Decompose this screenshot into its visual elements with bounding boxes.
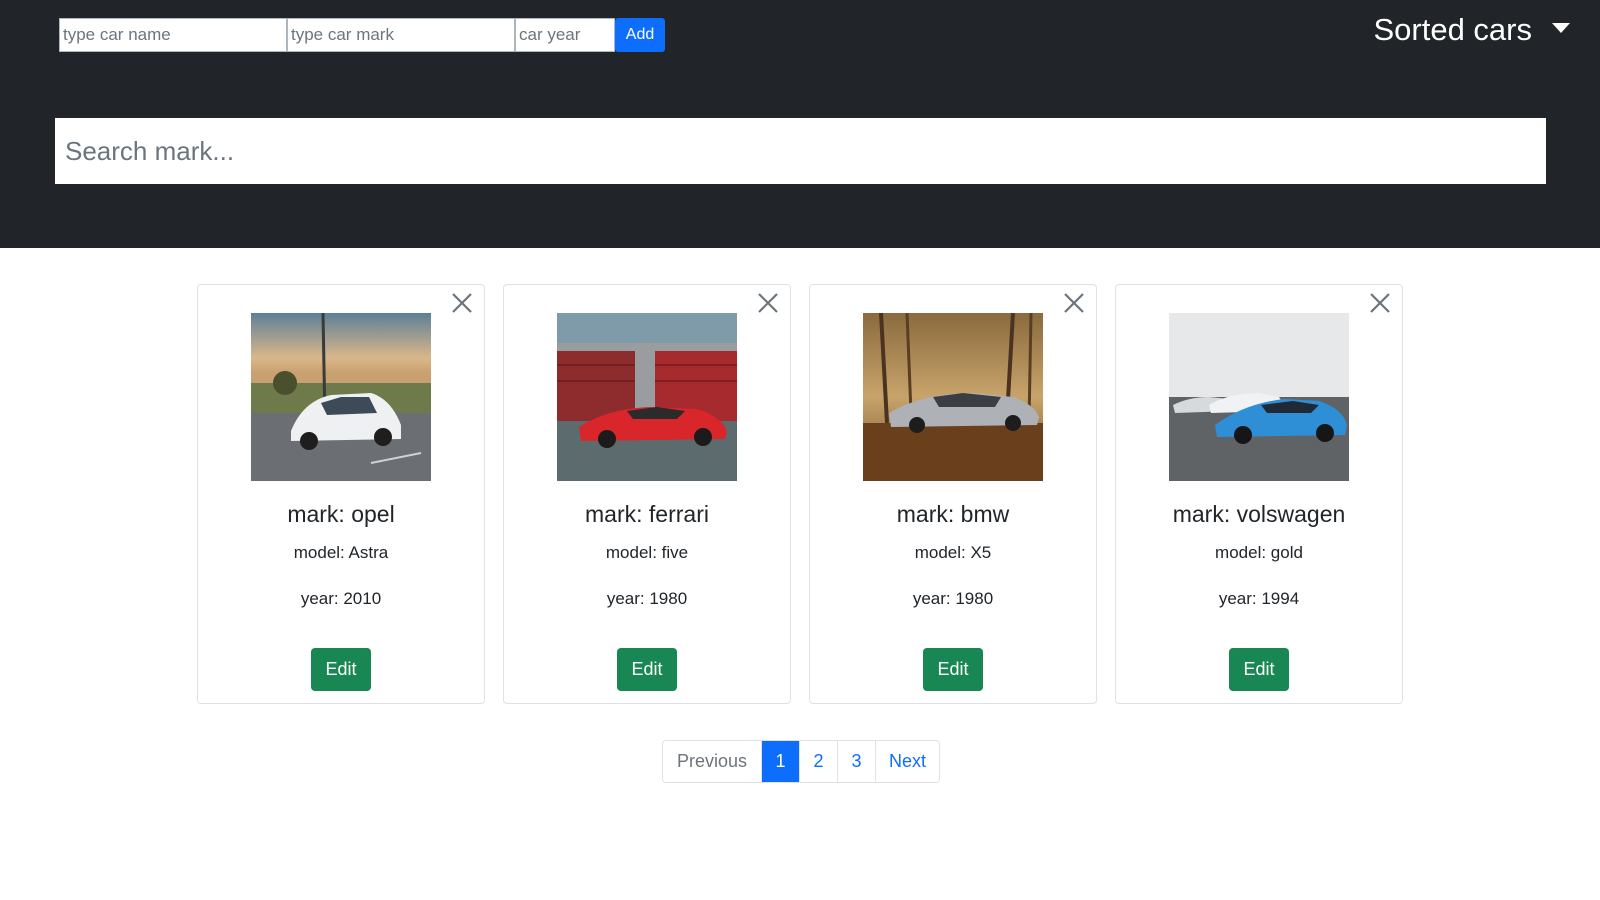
- car-card: mark: bmw model: X5 year: 1980 Edit: [809, 284, 1097, 704]
- pagination-page-1[interactable]: 1: [761, 741, 799, 782]
- car-year: year: 1980: [912, 589, 994, 608]
- car-mark-input[interactable]: [287, 18, 515, 52]
- car-mark: mark: bmw: [896, 501, 1010, 527]
- add-car-form: Add: [59, 18, 665, 52]
- car-model: model: Astra: [293, 543, 389, 562]
- pagination-previous[interactable]: Previous: [663, 741, 761, 782]
- add-button[interactable]: Add: [615, 18, 665, 52]
- top-navbar: Add Sorted cars: [0, 0, 1600, 248]
- close-icon[interactable]: [1061, 290, 1087, 316]
- edit-button[interactable]: Edit: [1229, 648, 1289, 691]
- car-year: year: 2010: [300, 589, 382, 608]
- edit-button[interactable]: Edit: [923, 648, 983, 691]
- car-mark: mark: ferrari: [585, 501, 709, 527]
- car-year: year: 1994: [1218, 589, 1300, 608]
- edit-button[interactable]: Edit: [311, 648, 371, 691]
- pagination-page-2[interactable]: 2: [799, 741, 837, 782]
- caret-down-icon: [1552, 23, 1570, 33]
- pagination-page-3[interactable]: 3: [837, 741, 875, 782]
- sort-dropdown[interactable]: Sorted cars: [1373, 12, 1570, 48]
- car-photo: [1169, 313, 1349, 481]
- car-model: model: X5: [914, 543, 992, 562]
- car-card: mark: ferrari model: five year: 1980 Edi…: [503, 284, 791, 704]
- pagination: Previous 1 2 3 Next: [662, 740, 940, 783]
- close-icon[interactable]: [449, 290, 475, 316]
- close-icon[interactable]: [755, 290, 781, 316]
- close-icon[interactable]: [1367, 290, 1393, 316]
- car-photo: [863, 313, 1043, 481]
- car-mark: mark: opel: [287, 501, 395, 527]
- car-year-input[interactable]: [515, 18, 615, 52]
- car-card: mark: volswagen model: gold year: 1994 E…: [1115, 284, 1403, 704]
- search-input[interactable]: [55, 118, 1546, 184]
- sort-dropdown-label: Sorted cars: [1373, 12, 1532, 47]
- car-photo: [557, 313, 737, 481]
- edit-button[interactable]: Edit: [617, 648, 677, 691]
- car-card-list: mark: opel model: Astra year: 2010 Edit …: [197, 284, 1403, 704]
- car-name-input[interactable]: [59, 18, 287, 52]
- car-card: mark: opel model: Astra year: 2010 Edit: [197, 284, 485, 704]
- car-model: model: gold: [1215, 543, 1303, 562]
- car-mark: mark: volswagen: [1172, 501, 1346, 527]
- pagination-next[interactable]: Next: [875, 741, 939, 782]
- car-year: year: 1980: [606, 589, 688, 608]
- car-photo: [251, 313, 431, 481]
- car-model: model: five: [605, 543, 689, 562]
